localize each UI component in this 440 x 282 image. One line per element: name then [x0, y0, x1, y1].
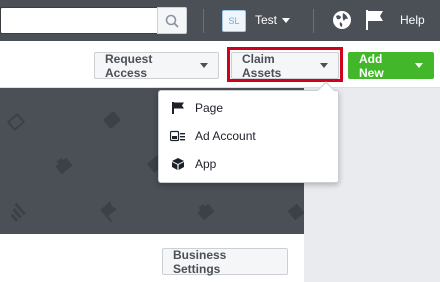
cube-icon: [170, 156, 186, 172]
search-icon: [165, 14, 179, 28]
user-menu-chevron-down-icon[interactable]: [282, 18, 290, 23]
top-navigation-bar: SL Test Help: [0, 0, 440, 41]
menu-item-label: App: [195, 157, 217, 171]
flag-icon[interactable]: [365, 9, 385, 31]
menu-item-label: Page: [195, 101, 224, 115]
user-name[interactable]: Test: [255, 13, 277, 27]
search-input[interactable]: [0, 7, 157, 34]
topbar-divider: [203, 9, 204, 33]
request-access-label: Request Access: [105, 51, 153, 80]
add-new-button[interactable]: Add New: [348, 51, 434, 80]
claim-assets-highlight: [227, 47, 343, 82]
business-settings-button[interactable]: Business Settings: [162, 247, 288, 276]
ad-account-icon: [170, 128, 186, 144]
avatar[interactable]: SL: [222, 10, 246, 32]
topbar-divider: [313, 9, 314, 33]
flag-icon: [170, 100, 186, 116]
business-settings-label: Business Settings: [173, 247, 227, 276]
chevron-down-icon: [200, 63, 208, 68]
request-access-button[interactable]: Request Access: [94, 51, 219, 80]
toolbar: Request Access Claim Assets Add New: [0, 41, 440, 88]
chevron-down-icon: [415, 63, 423, 68]
help-link[interactable]: Help: [400, 13, 425, 27]
add-new-label: Add New: [359, 51, 384, 80]
globe-icon[interactable]: [331, 9, 353, 31]
menu-item-page[interactable]: Page: [159, 95, 338, 121]
claim-assets-dropdown-menu: Page Ad Account App: [158, 90, 339, 183]
business-settings-panel: Business Settings: [0, 234, 304, 282]
menu-item-label: Ad Account: [195, 129, 256, 143]
menu-item-app[interactable]: App: [159, 151, 338, 177]
menu-item-ad-account[interactable]: Ad Account: [159, 123, 338, 149]
search-button[interactable]: [157, 7, 187, 34]
